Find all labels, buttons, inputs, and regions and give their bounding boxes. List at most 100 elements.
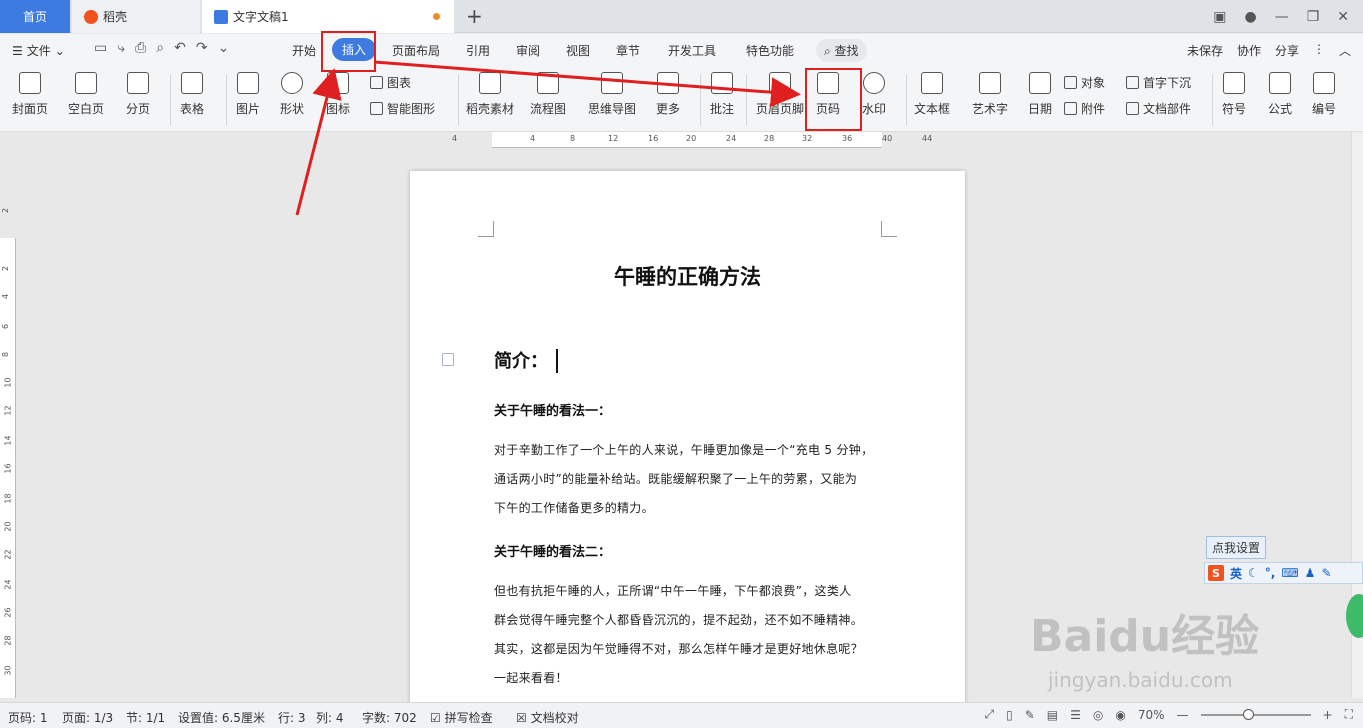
ime-settings-tip[interactable]: 点我设置: [1206, 536, 1267, 559]
blank-page-button[interactable]: 空白页: [68, 72, 104, 117]
page-break-button[interactable]: 分页: [126, 72, 150, 117]
edit-mode-icon[interactable]: ✎: [1025, 708, 1035, 722]
document-page[interactable]: 午睡的正确方法 简介： 关于午睡的看法一： 对于辛勤工作了一个上午的人来说，午睡…: [410, 171, 965, 711]
tab-page-layout[interactable]: 页面布局: [392, 42, 440, 59]
floating-assistant-icon[interactable]: [1346, 594, 1363, 638]
formula-button[interactable]: 公式: [1268, 72, 1292, 117]
unsaved-button[interactable]: 未保存: [1187, 42, 1223, 59]
print-preview-icon[interactable]: ⌕: [156, 40, 164, 56]
more-button[interactable]: 更多: [656, 72, 680, 117]
picture-button[interactable]: 图片: [236, 72, 260, 117]
numbering-button[interactable]: 编号: [1312, 72, 1336, 117]
icon-button[interactable]: 图标: [326, 72, 350, 117]
tab-developer[interactable]: 开发工具: [668, 42, 716, 59]
smartart-button[interactable]: 智能图形: [370, 100, 435, 117]
customize-chevron-icon[interactable]: ⌄: [218, 40, 230, 56]
tab-daoke[interactable]: 稻壳: [72, 0, 200, 33]
more-options-icon[interactable]: ⋮: [1313, 42, 1325, 59]
fit-page-icon[interactable]: ⛶: [1345, 707, 1353, 722]
skin-icon[interactable]: ♟: [1305, 566, 1316, 580]
dropcap-button[interactable]: 首字下沉: [1126, 74, 1191, 91]
share-button[interactable]: 分享: [1275, 42, 1299, 59]
object-button[interactable]: 对象: [1064, 74, 1105, 91]
tab-references[interactable]: 引用: [466, 42, 490, 59]
spellcheck-button[interactable]: ☑ 拼写检查: [430, 709, 493, 726]
page-view-icon[interactable]: ▤: [1047, 708, 1058, 722]
fullscreen-icon[interactable]: ⤢: [985, 707, 995, 722]
collaborate-button[interactable]: 协作: [1237, 42, 1261, 59]
proofread-button[interactable]: ☒ 文档校对: [516, 709, 579, 726]
tab-view[interactable]: 视图: [566, 42, 590, 59]
vertical-ruler[interactable]: 2 2 4 6 8 10 12 14 16 18 20 22 24 26 28 30: [0, 148, 16, 698]
status-setting[interactable]: 设置值: 6.5厘米: [178, 709, 265, 726]
close-icon[interactable]: ✕: [1337, 9, 1349, 25]
docparts-button[interactable]: 文档部件: [1126, 100, 1191, 117]
wordart-button[interactable]: 艺术字: [972, 72, 1008, 117]
table-button[interactable]: 表格: [180, 72, 204, 117]
tab-start[interactable]: 开始: [292, 42, 316, 59]
tab-chapter[interactable]: 章节: [616, 42, 640, 59]
date-button[interactable]: 日期: [1028, 72, 1052, 117]
status-page[interactable]: 页码: 1: [8, 709, 48, 726]
text-cursor: [556, 349, 558, 373]
undo-icon[interactable]: ↶: [174, 40, 186, 56]
chart-label: 图表: [387, 76, 412, 90]
shape-button[interactable]: 形状: [280, 72, 304, 117]
status-col[interactable]: 列: 4: [316, 709, 344, 726]
restore-icon[interactable]: ❐: [1307, 9, 1320, 25]
tab-home[interactable]: 首页: [0, 0, 70, 33]
watermark-button[interactable]: 水印: [862, 72, 886, 117]
zoom-out-icon[interactable]: —: [1177, 708, 1189, 722]
zoom-in-icon[interactable]: +: [1323, 708, 1333, 722]
ime-toolbar[interactable]: S 英 ☾ °, ⌨ ♟ ✎: [1204, 562, 1363, 584]
new-tab-button[interactable]: +: [466, 4, 483, 28]
ruler-tick: 16: [3, 463, 13, 474]
tab-count-icon[interactable]: ▣: [1213, 9, 1226, 25]
ime-language[interactable]: 英: [1230, 565, 1242, 582]
ruler-tick: 12: [608, 134, 619, 143]
status-row[interactable]: 行: 3: [278, 709, 306, 726]
moon-icon[interactable]: ☾: [1248, 566, 1259, 580]
paragraph-line: 但也有抗拒午睡的人，正所谓“中午一午睡，下午都浪费”，这类人: [494, 584, 852, 598]
comment-button[interactable]: 批注: [710, 72, 734, 117]
tab-review[interactable]: 审阅: [516, 42, 540, 59]
outline-view-icon[interactable]: ☰: [1070, 708, 1081, 722]
minimize-icon[interactable]: —: [1275, 9, 1289, 25]
textbox-button[interactable]: 文本框: [914, 72, 950, 117]
tab-document[interactable]: 文字文稿1: [202, 0, 454, 33]
paragraph-handle-icon[interactable]: [442, 353, 454, 366]
status-section[interactable]: 节: 1/1: [126, 709, 165, 726]
mindmap-button[interactable]: 思维导图: [588, 72, 636, 117]
punctuation-icon[interactable]: °,: [1265, 566, 1276, 580]
file-menu-button[interactable]: ☰ 文件 ⌄: [12, 42, 65, 59]
dropcap-icon: [1126, 76, 1139, 89]
zoom-slider[interactable]: [1200, 708, 1311, 720]
symbol-button[interactable]: 符号: [1222, 72, 1246, 117]
cover-page-button[interactable]: 封面页: [12, 72, 48, 117]
eye-protect-icon[interactable]: ◉: [1115, 708, 1125, 722]
print-icon[interactable]: ⎙: [135, 40, 146, 56]
attachment-button[interactable]: 附件: [1064, 100, 1105, 117]
wrench-icon[interactable]: ✎: [1321, 566, 1331, 580]
header-footer-button[interactable]: 页眉页脚: [756, 72, 804, 117]
horizontal-ruler[interactable]: 4 4 8 12 16 20 24 28 32 36 40 44: [410, 132, 965, 148]
keyboard-icon[interactable]: ⌨: [1281, 566, 1298, 580]
status-pages[interactable]: 页面: 1/3: [62, 709, 113, 726]
flowchart-button[interactable]: 流程图: [530, 72, 566, 117]
avatar[interactable]: ●: [1244, 9, 1256, 25]
save-icon[interactable]: ▭: [94, 40, 107, 56]
tab-special-features[interactable]: 特色功能: [746, 42, 794, 59]
zoom-level[interactable]: 70%: [1138, 708, 1165, 722]
web-view-icon[interactable]: ◎: [1093, 708, 1103, 722]
export-icon[interactable]: ⤷: [117, 40, 125, 56]
chart-button[interactable]: 图表: [370, 74, 411, 91]
zoom-slider-knob[interactable]: [1242, 708, 1254, 720]
collapse-ribbon-icon[interactable]: ︿: [1339, 42, 1351, 59]
search-button[interactable]: ⌕ 查找: [816, 39, 867, 62]
read-mode-icon[interactable]: ▯: [1006, 708, 1013, 722]
page-break-label: 分页: [126, 102, 151, 116]
status-words[interactable]: 字数: 702: [362, 709, 417, 726]
daoke-material-button[interactable]: 稻壳素材: [466, 72, 514, 117]
redo-icon[interactable]: ↷: [196, 40, 208, 56]
crop-mark: [478, 221, 494, 237]
